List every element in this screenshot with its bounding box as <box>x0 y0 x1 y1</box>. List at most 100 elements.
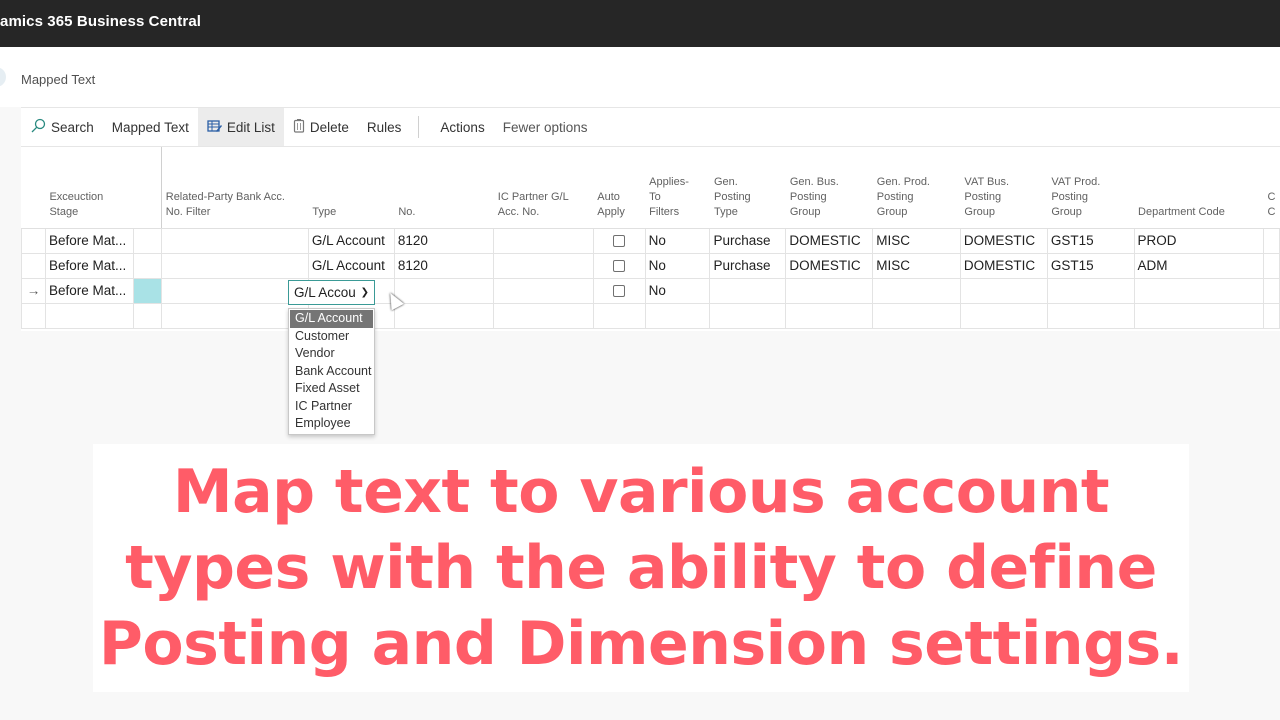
cell-applies-to[interactable]: No <box>644 252 711 279</box>
cell-stage[interactable] <box>44 302 134 329</box>
cell-no[interactable] <box>393 302 495 329</box>
cell-gen-prod[interactable]: MISC <box>872 227 961 254</box>
cell-bank-filter[interactable] <box>160 227 309 254</box>
cell-dept[interactable]: PROD <box>1133 227 1264 254</box>
cell-gen-posting-type[interactable]: Purchase <box>709 252 787 279</box>
cell-auto-apply[interactable] <box>592 227 646 254</box>
mapped-text-button[interactable]: Mapped Text <box>103 108 198 146</box>
col-gen-bus-posting-group[interactable]: Gen. Bus. Posting Group <box>785 147 873 229</box>
cell-stage[interactable]: Before Mat... <box>44 252 134 279</box>
cell-applies-to[interactable]: No <box>644 227 711 254</box>
dropdown-option-bank-account[interactable]: Bank Account <box>290 363 373 381</box>
auto-apply-checkbox[interactable] <box>613 285 626 298</box>
cell-gen-posting-type[interactable] <box>709 302 787 329</box>
caption-line-2: types with the ability to define <box>125 533 1157 603</box>
cell-applies-to[interactable] <box>644 302 711 329</box>
cell-stage[interactable]: Before Mat... <box>44 227 134 254</box>
table-row-active[interactable]: → Before Mat... No <box>21 277 1280 304</box>
col-gen-posting-type[interactable]: Gen. Posting Type <box>709 147 786 229</box>
dropdown-option-employee[interactable]: Employee <box>290 415 373 433</box>
col-department-code[interactable]: Department Code <box>1134 147 1264 229</box>
fewer-options-button[interactable]: Fewer options <box>494 108 597 146</box>
cell-gen-prod[interactable]: MISC <box>872 252 961 279</box>
search-icon <box>30 118 46 137</box>
auto-apply-checkbox[interactable] <box>613 260 626 273</box>
cell-no[interactable]: 8120 <box>393 252 495 279</box>
col-cut-off[interactable]: C C <box>1263 147 1280 229</box>
cell-dept[interactable] <box>1133 277 1264 304</box>
cell-no[interactable]: 8120 <box>393 227 495 254</box>
col-execution-stage[interactable]: Exceuction Stage <box>45 147 134 229</box>
cell-auto-apply[interactable] <box>592 277 646 304</box>
cell-vat-bus[interactable]: DOMESTIC <box>959 227 1048 254</box>
cell-vat-prod[interactable]: GST15 <box>1046 227 1135 254</box>
cell-vat-bus[interactable] <box>959 277 1048 304</box>
cell-applies-to[interactable]: No <box>644 277 711 304</box>
cell-vat-prod[interactable] <box>1046 277 1135 304</box>
cell-gen-bus[interactable] <box>785 302 874 329</box>
table-row-empty[interactable] <box>21 302 1280 329</box>
rules-button[interactable]: Rules <box>358 108 411 146</box>
cell-type[interactable]: G/L Account <box>307 252 395 279</box>
cell-auto-apply[interactable] <box>592 252 646 279</box>
actions-menu[interactable]: Actions <box>431 108 493 146</box>
auto-apply-checkbox[interactable] <box>613 235 626 248</box>
cell-cut-off[interactable] <box>1262 227 1280 254</box>
cell-selected[interactable] <box>132 277 162 304</box>
col-no[interactable]: No. <box>394 147 494 229</box>
table-row[interactable]: Before Mat... G/L Account 8120 No Purcha… <box>21 227 1280 254</box>
table-row[interactable]: Before Mat... G/L Account 8120 No Purcha… <box>21 252 1280 279</box>
cell-ic-partner[interactable] <box>493 277 594 304</box>
cell-gen-bus[interactable]: DOMESTIC <box>785 227 874 254</box>
cell-bank-filter[interactable] <box>160 277 309 304</box>
dropdown-option-customer[interactable]: Customer <box>290 328 373 346</box>
cell-gen-prod[interactable] <box>872 277 961 304</box>
cell-auto-apply[interactable] <box>592 302 646 329</box>
cell-stage[interactable]: Before Mat... <box>44 277 134 304</box>
cell-no[interactable] <box>393 277 495 304</box>
cell-vat-prod[interactable]: GST15 <box>1046 252 1135 279</box>
dropdown-option-vendor[interactable]: Vendor <box>290 345 373 363</box>
cell-vat-prod[interactable] <box>1046 302 1135 329</box>
caption-line-1: Map text to various account <box>172 457 1110 527</box>
cell-gen-prod[interactable] <box>872 302 961 329</box>
cell-gen-posting-type[interactable] <box>709 277 787 304</box>
cell-bank-filter[interactable] <box>160 302 309 329</box>
cell-vat-bus[interactable]: DOMESTIC <box>959 252 1048 279</box>
cell-gen-bus[interactable] <box>785 277 874 304</box>
cell-dept[interactable] <box>1133 302 1264 329</box>
cell-type[interactable]: G/L Account <box>307 227 395 254</box>
cell-vat-bus[interactable] <box>959 302 1048 329</box>
col-vat-prod-posting-group[interactable]: VAT Prod. Posting Group <box>1047 147 1135 229</box>
col-gen-prod-posting-group[interactable]: Gen. Prod. Posting Group <box>872 147 961 229</box>
cell-gen-posting-type[interactable]: Purchase <box>709 227 787 254</box>
col-vat-bus-posting-group[interactable]: VAT Bus. Posting Group <box>960 147 1048 229</box>
edit-list-button[interactable]: Edit List <box>197 108 284 146</box>
cell-dept[interactable]: ADM <box>1133 252 1264 279</box>
cell-ic-partner[interactable] <box>493 227 594 254</box>
actions-label: Actions <box>440 119 485 135</box>
cell-blank <box>132 302 162 329</box>
chevron-down-icon[interactable]: ❯ <box>361 287 369 298</box>
cell-cut-off[interactable] <box>1262 252 1280 279</box>
back-button[interactable] <box>0 67 6 87</box>
cell-bank-filter[interactable] <box>160 252 309 279</box>
col-ic-partner[interactable]: IC Partner G/L Acc. No. <box>493 147 594 229</box>
cell-cut-off[interactable] <box>1262 302 1280 329</box>
dropdown-option-ic-partner[interactable]: IC Partner <box>290 398 373 416</box>
mapped-text-grid: Exceuction Stage Related-Party Bank Acc.… <box>21 147 1280 331</box>
cell-ic-partner[interactable] <box>493 302 594 329</box>
search-button[interactable]: Search <box>21 108 103 146</box>
type-select[interactable]: G/L Accou ❯ <box>288 280 375 305</box>
col-auto-apply[interactable]: Auto Apply <box>593 147 646 229</box>
cell-gen-bus[interactable]: DOMESTIC <box>785 252 874 279</box>
col-applies-to-filters[interactable]: Applies- To Filters <box>645 147 710 229</box>
cell-cut-off[interactable] <box>1262 277 1280 304</box>
col-type[interactable]: Type <box>308 147 395 229</box>
col-bank-filter[interactable]: Related-Party Bank Acc. No. Filter <box>160 147 309 229</box>
delete-button[interactable]: Delete <box>284 108 358 146</box>
dropdown-option-fixed-asset[interactable]: Fixed Asset <box>290 380 373 398</box>
cell-ic-partner[interactable] <box>493 252 594 279</box>
dropdown-option-gl-account[interactable]: G/L Account <box>290 310 373 328</box>
delete-label: Delete <box>309 119 349 135</box>
